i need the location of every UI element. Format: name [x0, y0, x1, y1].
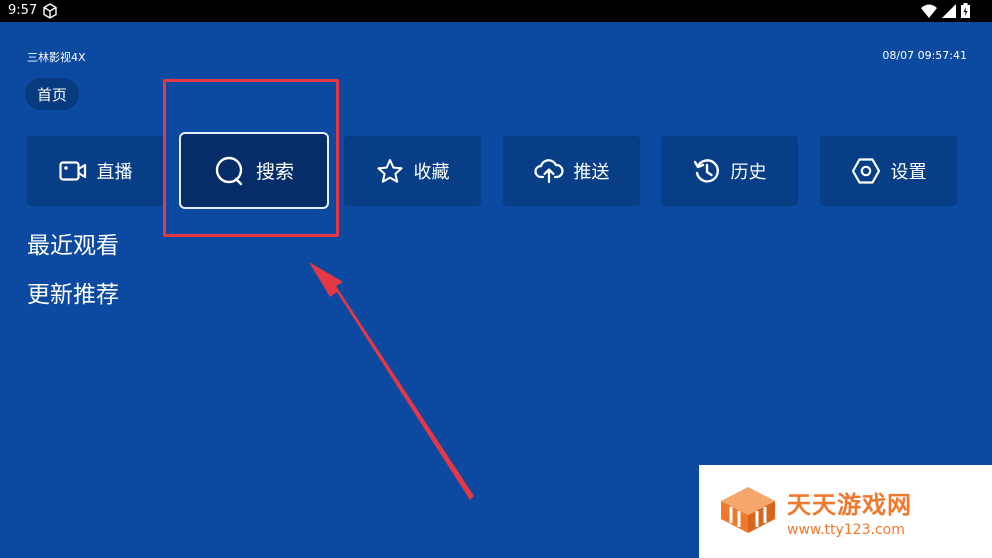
watermark-url: www.tty123.com: [787, 522, 905, 538]
watermark-logo-icon: [719, 485, 777, 539]
watermark: 天天游戏网 www.tty123.com: [699, 465, 992, 558]
watermark-name: 天天游戏网: [787, 491, 912, 519]
